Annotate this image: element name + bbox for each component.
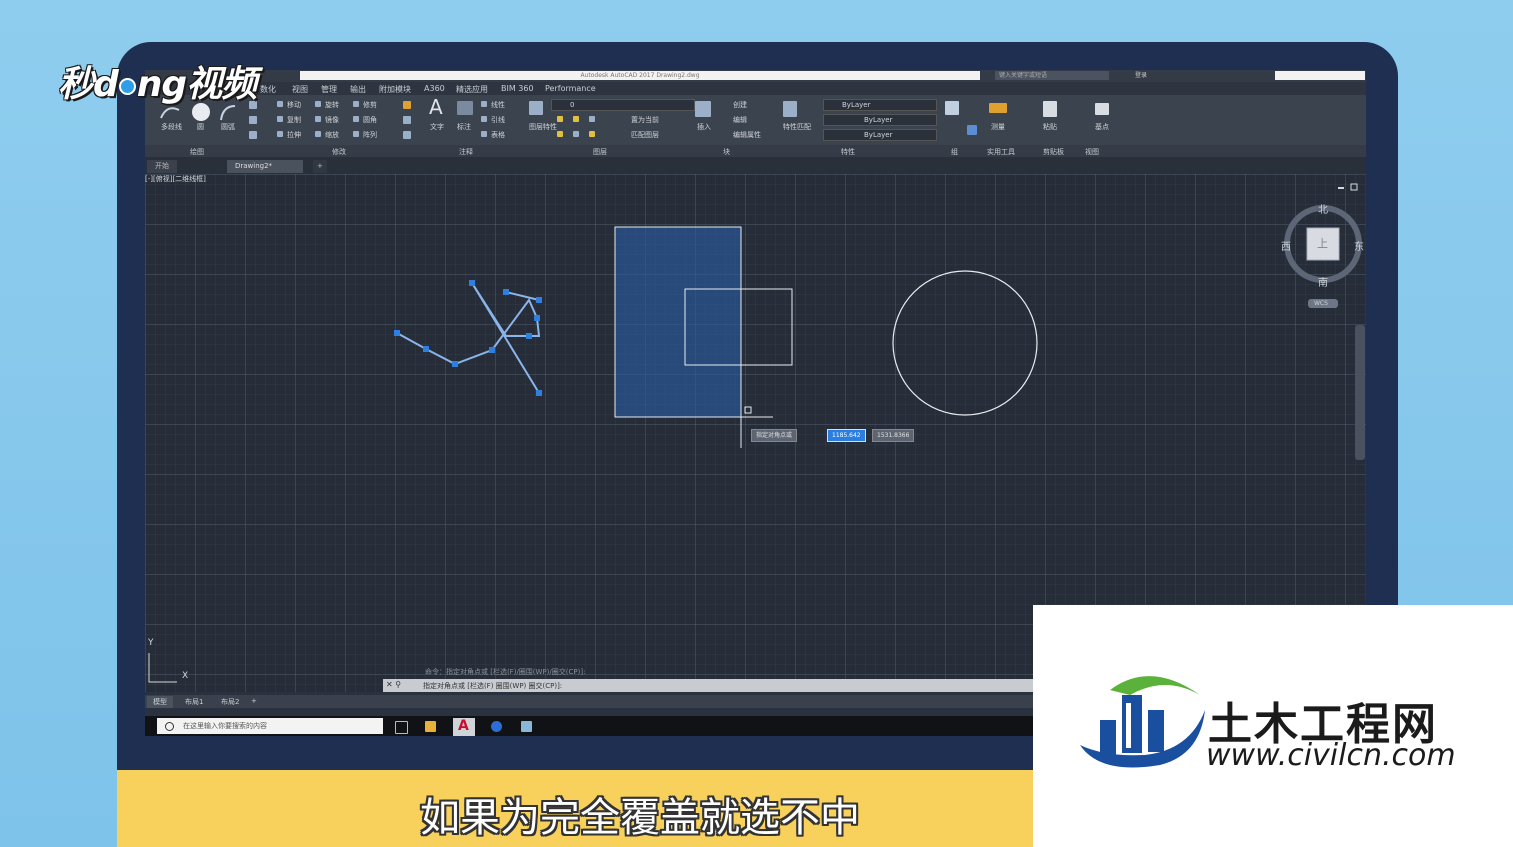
close-icon[interactable]: ✕ ⚲ xyxy=(386,680,401,689)
circle-entity xyxy=(892,270,1038,416)
grip xyxy=(503,289,509,295)
add-layout-button[interactable]: + xyxy=(245,696,263,706)
tab-layout2[interactable]: 布局2 xyxy=(215,696,245,708)
task-view-icon[interactable] xyxy=(395,721,408,734)
selection-window xyxy=(614,226,742,418)
grip-points xyxy=(394,280,542,396)
command-history: 命令：指定对角点或 [栏选(F)/圈围(WP)/圈交(CP)]: xyxy=(425,668,586,676)
civilcn-logo-icon xyxy=(1080,676,1205,768)
ucs-x-label: X xyxy=(182,671,189,681)
viewcube-top[interactable]: 上 xyxy=(1317,235,1328,251)
grip xyxy=(423,346,429,352)
file-explorer-icon[interactable] xyxy=(425,721,436,732)
taskbar-search-placeholder: 在这里输入你要搜索的内容 xyxy=(183,722,267,730)
tab-model[interactable]: 模型 xyxy=(147,696,173,708)
viewcube-east[interactable]: 东 xyxy=(1354,238,1364,253)
wcs-label[interactable]: WCS xyxy=(1314,300,1328,307)
search-icon xyxy=(165,722,174,731)
grip xyxy=(534,315,540,321)
watermark-o-icon xyxy=(118,77,136,95)
coord-x-input[interactable]: 1185.642 xyxy=(827,429,866,442)
grip xyxy=(452,361,458,367)
app-icon[interactable] xyxy=(521,721,532,732)
line-entity xyxy=(505,291,540,301)
grip xyxy=(394,330,400,336)
subtitle-text: 如果为完全覆盖就选不中 xyxy=(420,795,860,841)
grip xyxy=(469,280,475,286)
logo-url: www.civilcn.com xyxy=(1206,738,1456,773)
viewcube-north[interactable]: 北 xyxy=(1318,201,1328,216)
tab-layout1[interactable]: 布局1 xyxy=(179,696,209,708)
pickbox xyxy=(744,406,752,414)
minimize-viewport-icon xyxy=(1338,187,1344,189)
ucs-y-label: Y xyxy=(148,638,154,648)
viewcube-south[interactable]: 南 xyxy=(1318,274,1328,289)
grip xyxy=(526,333,532,339)
video-watermark: 秒d ng视频 xyxy=(58,55,257,107)
coord-y-input[interactable]: 1531.8366 xyxy=(872,429,915,442)
autocad-a-icon: A xyxy=(458,718,469,734)
viewcube-west[interactable]: 西 xyxy=(1281,238,1291,253)
grip xyxy=(536,390,542,396)
maximize-viewport-icon xyxy=(1350,183,1358,191)
taskbar-search[interactable]: 在这里输入你要搜索的内容 xyxy=(157,718,383,734)
grip xyxy=(536,297,542,303)
vertical-scrollbar xyxy=(1355,325,1365,460)
dynamic-prompt: 指定对角点或 xyxy=(751,429,798,442)
command-text[interactable]: 指定对角点或 [栏选(F) 圈围(WP) 圈交(CP)]: xyxy=(423,681,562,691)
ucs-icon xyxy=(148,653,177,683)
browser-icon[interactable] xyxy=(491,721,502,732)
watermark-text-a: 秒d xyxy=(58,64,119,105)
watermark-text-b: ng视频 xyxy=(136,64,257,105)
drawing-canvas xyxy=(148,183,1365,683)
grip xyxy=(489,347,495,353)
